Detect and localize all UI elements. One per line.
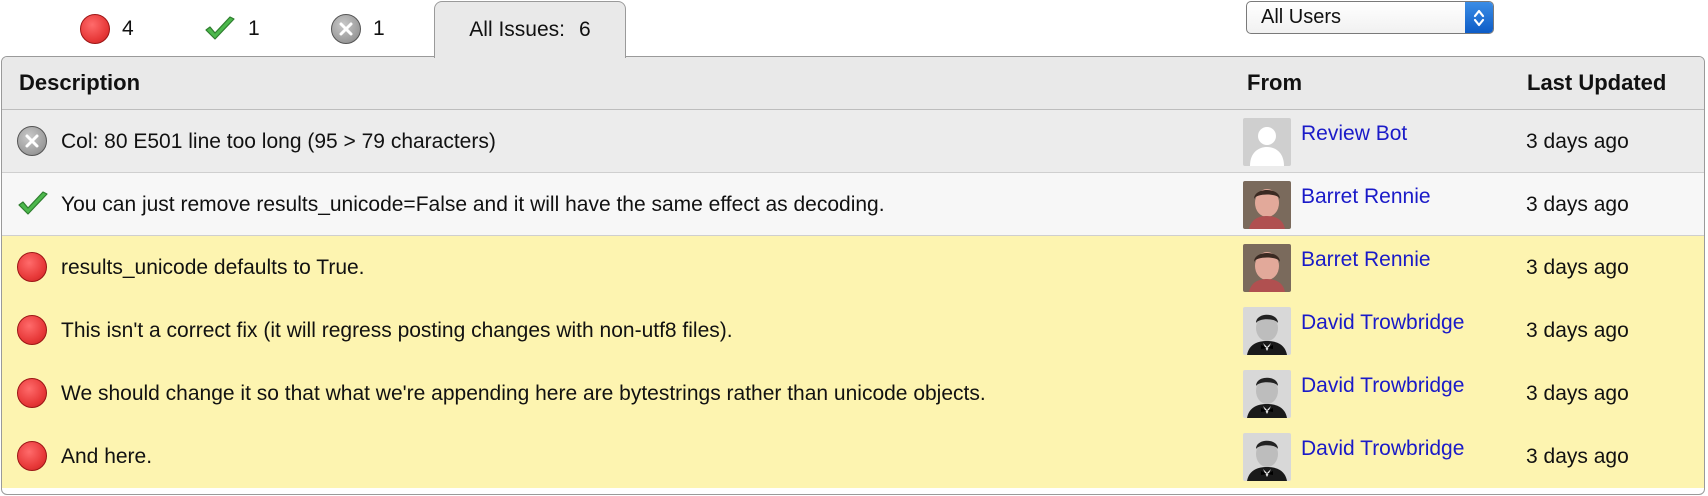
issue-description: And here.: [61, 445, 153, 468]
open-issue-icon: [17, 315, 47, 345]
issue-table: Description From Last Updated Col: 80 E5…: [1, 56, 1705, 495]
tab-fixed-issues[interactable]: 1: [204, 0, 260, 58]
issue-description: Col: 80 E501 line too long (95 > 79 char…: [61, 130, 496, 153]
issue-author-link[interactable]: Review Bot: [1301, 122, 1407, 146]
column-header-last-updated[interactable]: Last Updated: [1527, 57, 1666, 109]
open-issue-count: 4: [122, 17, 134, 40]
tab-open-issues[interactable]: 4: [80, 0, 134, 58]
issue-last-updated: 3 days ago: [1526, 382, 1629, 405]
user-filter-select[interactable]: All Users: [1246, 1, 1494, 34]
user-avatar: [1243, 181, 1291, 229]
issue-author-link[interactable]: Barret Rennie: [1301, 185, 1431, 209]
issue-last-updated: 3 days ago: [1526, 193, 1629, 216]
open-issue-icon: [17, 441, 47, 471]
dropped-x-icon: [331, 14, 361, 44]
select-arrows-icon: [1465, 2, 1493, 33]
all-issues-count: 6: [579, 18, 591, 41]
dropped-issue-count: 1: [373, 17, 385, 40]
table-row[interactable]: This isn't a correct fix (it will regres…: [2, 299, 1704, 362]
table-row[interactable]: We should change it so that what we're a…: [2, 362, 1704, 425]
user-avatar: [1243, 244, 1291, 292]
all-issues-label: All Issues:: [469, 18, 565, 41]
fixed-check-icon: [17, 189, 49, 219]
tab-all-issues[interactable]: All Issues: 6: [434, 1, 626, 58]
table-row[interactable]: And here. David Trowbridge 3 days ago: [2, 425, 1704, 488]
open-issue-icon: [17, 378, 47, 408]
open-issue-icon: [80, 14, 110, 44]
user-avatar: [1243, 433, 1291, 481]
table-row[interactable]: You can just remove results_unicode=Fals…: [2, 173, 1704, 236]
issue-last-updated: 3 days ago: [1526, 256, 1629, 279]
issue-description: You can just remove results_unicode=Fals…: [61, 193, 885, 216]
issue-description: This isn't a correct fix (it will regres…: [61, 319, 733, 342]
default-avatar-icon: [1243, 118, 1291, 166]
user-avatar: [1243, 370, 1291, 418]
issue-summary-bar: 4 1 1 All Issues: 6 All Users: [0, 0, 1708, 58]
dropped-x-icon: [17, 126, 47, 156]
issue-last-updated: 3 days ago: [1526, 319, 1629, 342]
user-filter-value: All Users: [1261, 6, 1342, 28]
issue-author-link[interactable]: Barret Rennie: [1301, 248, 1431, 272]
column-header-from[interactable]: From: [1247, 57, 1302, 109]
issue-author-link[interactable]: David Trowbridge: [1301, 311, 1464, 335]
issue-description: We should change it so that what we're a…: [61, 382, 986, 405]
table-header: Description From Last Updated: [2, 57, 1704, 110]
column-header-description[interactable]: Description: [19, 57, 140, 109]
issue-author-link[interactable]: David Trowbridge: [1301, 374, 1464, 398]
issue-description: results_unicode defaults to True.: [61, 256, 365, 279]
fixed-issue-count: 1: [248, 17, 260, 40]
table-row[interactable]: results_unicode defaults to True. Barret…: [2, 236, 1704, 299]
table-row[interactable]: Col: 80 E501 line too long (95 > 79 char…: [2, 110, 1704, 173]
user-avatar: [1243, 307, 1291, 355]
open-issue-icon: [17, 252, 47, 282]
issue-author-link[interactable]: David Trowbridge: [1301, 437, 1464, 461]
tab-dropped-issues[interactable]: 1: [331, 0, 385, 58]
fixed-check-icon: [204, 14, 236, 44]
issue-last-updated: 3 days ago: [1526, 445, 1629, 468]
issue-last-updated: 3 days ago: [1526, 130, 1629, 153]
